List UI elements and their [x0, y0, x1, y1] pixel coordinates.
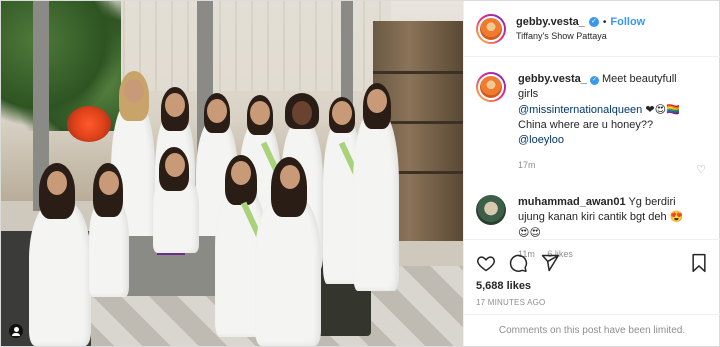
post-timestamp[interactable]: 17 MINUTES AGO: [476, 298, 708, 307]
comment-username[interactable]: muhammad_awan01: [518, 196, 626, 208]
actions-bar: 5,688 likes 17 MINUTES AGO: [464, 239, 720, 307]
photo-person: [29, 201, 91, 346]
verified-badge-icon: ✓: [588, 17, 599, 27]
author-avatar[interactable]: [476, 13, 506, 44]
verified-badge-icon: ✓: [589, 76, 599, 85]
photo-face: [99, 171, 119, 195]
caption-line2: China where are u honey??: [518, 119, 654, 131]
action-icons: [476, 248, 708, 278]
photo-face: [280, 165, 300, 189]
author-avatar-image: [478, 15, 504, 42]
photo-face: [332, 101, 352, 125]
comment-bubble-icon[interactable]: [508, 253, 528, 273]
photo-face: [47, 171, 67, 195]
bookmark-save-icon[interactable]: [690, 253, 708, 273]
caption-emojis: ❤😍🏳️‍🌈: [645, 103, 680, 116]
photo-face: [292, 101, 312, 125]
post-header: gebby.vesta_ ✓ • Follow Tiffany's Show P…: [464, 1, 720, 57]
tagged-user-icon[interactable]: [9, 324, 23, 338]
follow-button[interactable]: Follow: [610, 16, 645, 28]
caption-meta: 17m: [518, 158, 698, 173]
caption-username[interactable]: gebby.vesta_: [518, 73, 587, 85]
instagram-post: gebby.vesta_ ✓ • Follow Tiffany's Show P…: [0, 0, 720, 347]
comments-section: gebby.vesta_ ✓ Meet beautyfull girls @mi…: [464, 58, 720, 259]
caption-avatar-image: [478, 74, 504, 100]
comment-emojis: 😍😍: [518, 226, 541, 239]
likes-count[interactable]: 5,688 likes: [476, 280, 708, 292]
header-text: gebby.vesta_ ✓ • Follow Tiffany's Show P…: [516, 16, 645, 41]
photo-face: [250, 101, 270, 125]
header-separator: •: [602, 16, 607, 28]
photo-face: [207, 99, 227, 123]
post-location[interactable]: Tiffany's Show Pattaya: [516, 31, 645, 41]
caption: gebby.vesta_ ✓ Meet beautyfull girls @mi…: [476, 72, 708, 173]
photo-face: [367, 89, 387, 113]
caption-avatar[interactable]: [476, 72, 506, 102]
photo-face: [165, 153, 185, 177]
commenter-avatar[interactable]: [476, 195, 506, 225]
photo-face: [231, 161, 251, 185]
comments-limited-notice: Comments on this post have been limited.: [464, 314, 720, 346]
like-heart-icon[interactable]: [476, 253, 496, 273]
photo-face: [124, 79, 144, 103]
post-side-panel: gebby.vesta_ ✓ • Follow Tiffany's Show P…: [463, 1, 720, 346]
photo-person: [255, 195, 321, 346]
photo-person: [353, 111, 399, 291]
photo-face: [165, 93, 185, 117]
caption-mention[interactable]: @missinternationalqueen: [518, 104, 642, 116]
caption-body: gebby.vesta_ ✓ Meet beautyfull girls @mi…: [518, 72, 698, 173]
photo-flowers: [67, 106, 111, 142]
post-photo[interactable]: [1, 1, 463, 346]
caption-mention2[interactable]: @loeyloo: [518, 134, 564, 146]
photo-shelf-line: [373, 71, 463, 74]
caption-time[interactable]: 17m: [518, 160, 536, 170]
comment-like-heart-icon[interactable]: ♡: [696, 163, 706, 176]
author-username[interactable]: gebby.vesta_: [516, 16, 585, 28]
header-row: gebby.vesta_ ✓ • Follow: [516, 16, 645, 28]
share-send-icon[interactable]: [540, 253, 560, 273]
